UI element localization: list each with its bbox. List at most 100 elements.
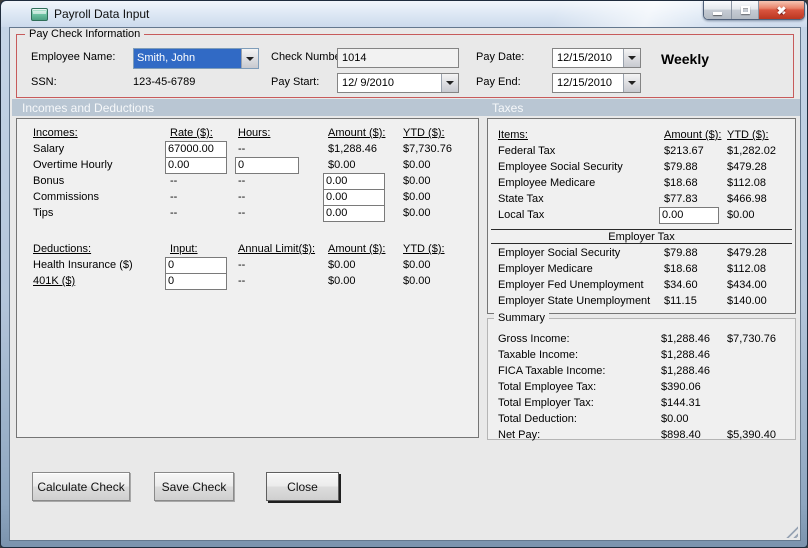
- gross-amount: $1,288.46: [661, 333, 710, 345]
- empr-fed-unemp-amount: $34.60: [664, 279, 698, 291]
- emp-medicare-ytd: $112.08: [727, 177, 766, 189]
- ssn-value: 123-45-6789: [133, 76, 196, 88]
- overtime-rate-input[interactable]: [165, 156, 227, 174]
- chevron-down-icon[interactable]: [623, 49, 640, 67]
- resize-grip-icon[interactable]: [785, 525, 798, 538]
- pay-start-label: Pay Start:: [271, 76, 320, 88]
- pay-end-value: 12/15/2010: [557, 77, 613, 89]
- empr-ss-amount: $79.88: [664, 247, 698, 259]
- input-col-header: Input:: [170, 243, 198, 255]
- employee-name-label: Employee Name:: [31, 51, 116, 63]
- commissions-hours: --: [238, 191, 246, 203]
- total-emp-tax-amount: $390.06: [661, 381, 701, 393]
- taxes-panel: Items: Amount ($): YTD ($): Federal Tax …: [487, 118, 796, 314]
- taxes-section-title: Taxes: [492, 101, 524, 115]
- empr-state-unemp-ytd: $140.00: [727, 295, 767, 307]
- salary-rate-input[interactable]: [165, 140, 227, 158]
- salary-ytd: $7,730.76: [403, 143, 452, 155]
- row-label: Gross Income:: [498, 333, 570, 345]
- empr-fed-unemp-ytd: $434.00: [727, 279, 767, 291]
- amount-col-header: Amount ($):: [328, 127, 386, 139]
- overtime-amount: $0.00: [328, 159, 356, 171]
- row-label: Employer Social Security: [498, 247, 621, 259]
- app-icon: [31, 8, 48, 21]
- pay-start-picker[interactable]: 12/ 9/2010: [337, 73, 459, 93]
- incomes-deductions-panel: Incomes: Rate ($): Hours: Amount ($): YT…: [16, 118, 479, 438]
- bonus-amount-input[interactable]: [323, 172, 385, 190]
- maximize-icon: [740, 6, 750, 14]
- row-label: Local Tax: [498, 209, 545, 221]
- row-label: Employer State Unemployment: [498, 295, 651, 307]
- federal-amount: $213.67: [664, 145, 704, 157]
- k401-input[interactable]: [165, 272, 227, 290]
- amount-col-header: Amount ($):: [664, 129, 722, 141]
- close-button[interactable]: Close: [266, 472, 339, 501]
- close-icon: [776, 5, 787, 16]
- minimize-button[interactable]: [704, 1, 732, 19]
- row-label: Salary: [33, 143, 65, 155]
- summary-title: Summary: [494, 312, 550, 324]
- row-label: Employee Medicare: [498, 177, 596, 189]
- row-label: Bonus: [33, 175, 65, 187]
- bonus-rate: --: [170, 175, 178, 187]
- overtime-hours-input[interactable]: [235, 156, 299, 174]
- bonus-hours: --: [238, 175, 246, 187]
- paycheck-info-title: Pay Check Information: [25, 28, 145, 40]
- chevron-down-icon[interactable]: [441, 74, 458, 92]
- annual-limit-col-header: Annual Limit($):: [238, 243, 316, 255]
- chevron-down-icon[interactable]: [623, 74, 640, 92]
- row-label: Total Employer Tax:: [498, 397, 594, 409]
- k401-link[interactable]: 401K ($): [33, 275, 170, 287]
- rate-col-header: Rate ($):: [170, 127, 213, 139]
- ytd-col-header: YTD ($):: [403, 127, 445, 139]
- row-label: Taxable Income:: [498, 349, 579, 361]
- k401-ytd: $0.00: [403, 275, 431, 287]
- empr-ss-ytd: $479.28: [727, 247, 767, 259]
- emp-ss-ytd: $479.28: [727, 161, 767, 173]
- row-label: Tips: [33, 207, 54, 219]
- calculate-check-button[interactable]: Calculate Check: [32, 472, 130, 501]
- save-check-button[interactable]: Save Check: [154, 472, 234, 501]
- payroll-window: Payroll Data Input Pay Check Information…: [0, 0, 808, 548]
- section-header-band: Incomes and Deductions Taxes: [12, 99, 800, 116]
- local-tax-input[interactable]: [659, 206, 719, 224]
- deductions-col-header: Deductions:: [33, 243, 92, 255]
- client-area: Pay Check Information Employee Name: Smi…: [9, 27, 801, 541]
- row-label: Employee Social Security: [498, 161, 623, 173]
- deductions-table: Deductions: Input: Annual Limit($): Amou…: [33, 241, 465, 290]
- health-limit: --: [238, 259, 246, 271]
- gross-ytd: $7,730.76: [727, 333, 776, 345]
- net-pay-amount: $898.40: [661, 429, 701, 441]
- summary-table: Gross Income: $1,288.46 $7,730.76 Taxabl…: [498, 331, 803, 443]
- employee-name-combobox[interactable]: Smith, John: [133, 48, 259, 69]
- pay-date-picker[interactable]: 12/15/2010: [552, 48, 641, 68]
- commissions-ytd: $0.00: [403, 191, 431, 203]
- chevron-down-icon[interactable]: [241, 49, 258, 68]
- check-number-label: Check Number:: [271, 51, 348, 63]
- row-label: Employer Medicare: [498, 263, 593, 275]
- incomes-col-header: Incomes:: [33, 127, 78, 139]
- salary-hours: --: [238, 143, 246, 155]
- health-insurance-input[interactable]: [165, 256, 227, 274]
- empr-medicare-ytd: $112.08: [727, 263, 766, 275]
- maximize-button[interactable]: [732, 1, 759, 19]
- titlebar[interactable]: Payroll Data Input: [1, 1, 807, 27]
- commissions-amount-input[interactable]: [323, 188, 385, 206]
- tips-amount-input[interactable]: [323, 204, 385, 222]
- net-pay-ytd: $5,390.40: [727, 429, 776, 441]
- check-number-field[interactable]: 1014: [337, 48, 459, 68]
- total-deduction-amount: $0.00: [661, 413, 689, 425]
- health-ytd: $0.00: [403, 259, 431, 271]
- pay-end-picker[interactable]: 12/15/2010: [552, 73, 641, 93]
- close-window-button[interactable]: [759, 1, 804, 19]
- row-label: Total Deduction:: [498, 413, 577, 425]
- pay-start-value: 12/ 9/2010: [342, 77, 394, 89]
- federal-ytd: $1,282.02: [727, 145, 776, 157]
- ytd-col-header: YTD ($):: [403, 243, 445, 255]
- salary-amount: $1,288.46: [328, 143, 377, 155]
- paycheck-info-groupbox: Pay Check Information Employee Name: Smi…: [16, 28, 794, 98]
- row-label: Total Employee Tax:: [498, 381, 597, 393]
- row-label: Commissions: [33, 191, 100, 203]
- pay-date-value: 12/15/2010: [557, 52, 613, 64]
- state-tax-ytd: $466.98: [727, 193, 767, 205]
